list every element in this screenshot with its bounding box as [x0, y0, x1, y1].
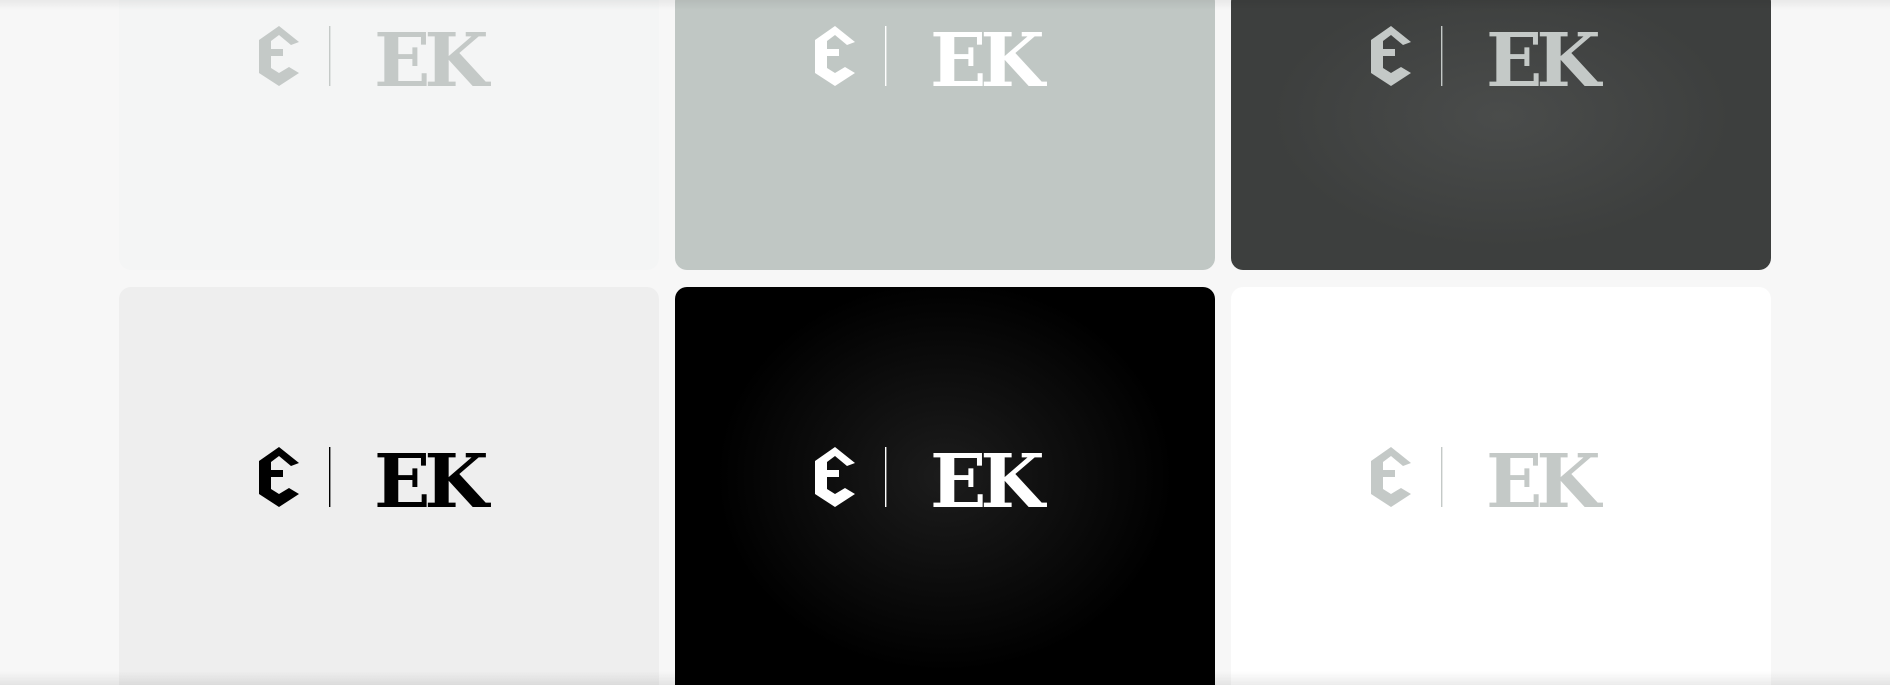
ek-monogram: EK	[374, 439, 491, 525]
tile-white: EK	[1231, 287, 1771, 685]
tile-light-grey: EK	[119, 287, 659, 685]
brand-logo: EK	[815, 18, 1075, 104]
hexagon-e-emblem-icon	[1371, 447, 1411, 507]
ek-monogram: EK	[374, 18, 491, 104]
logo-divider	[1441, 447, 1443, 507]
ek-logo-mark: EK	[1371, 439, 1609, 525]
ek-monogram: EK	[930, 18, 1047, 104]
logo-divider	[1441, 26, 1443, 86]
tile-charcoal: EK	[1231, 0, 1771, 270]
brand-logo: EK	[1371, 18, 1631, 104]
tile-black: EK	[675, 287, 1215, 685]
logo-divider	[885, 26, 887, 86]
ek-logo-mark: EK	[815, 18, 1053, 104]
tile-sage-grey: EK	[675, 0, 1215, 270]
brand-logo: EK	[259, 18, 519, 104]
ek-logo-mark: EK	[815, 439, 1053, 525]
logo-divider	[885, 447, 887, 507]
hexagon-e-emblem-icon	[259, 26, 299, 86]
hexagon-e-emblem-icon	[815, 447, 855, 507]
brand-logo: EK	[1371, 439, 1631, 525]
hexagon-e-emblem-icon	[259, 447, 299, 507]
hexagon-e-emblem-icon	[815, 26, 855, 86]
ek-monogram: EK	[1486, 18, 1603, 104]
logo-divider	[329, 447, 331, 507]
brand-logo: EK	[815, 439, 1075, 525]
hexagon-e-emblem-icon	[1371, 26, 1411, 86]
tile-light-mist: EK	[119, 0, 659, 270]
ek-logo-mark: EK	[259, 18, 497, 104]
brand-logo: EK	[259, 439, 519, 525]
ek-monogram: EK	[930, 439, 1047, 525]
logo-divider	[329, 26, 331, 86]
logo-color-variations-board: EK EK EK EK EK EK	[0, 0, 1890, 685]
ek-monogram: EK	[1486, 439, 1603, 525]
ek-logo-mark: EK	[1371, 18, 1609, 104]
ek-logo-mark: EK	[259, 439, 497, 525]
